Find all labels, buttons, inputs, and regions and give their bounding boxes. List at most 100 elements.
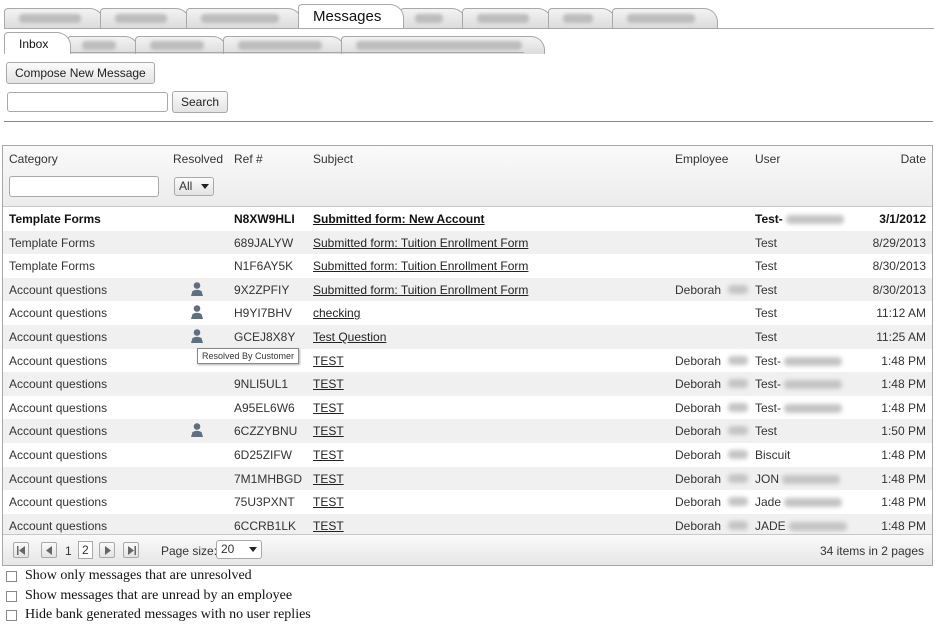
redacted-text bbox=[728, 497, 748, 507]
table-row[interactable]: Account questions 7M1MHBGD TEST Deborah JON 1… bbox=[3, 466, 932, 491]
option-unresolved[interactable]: Show only messages that are unresolved bbox=[6, 568, 252, 584]
main-tab-2[interactable] bbox=[100, 8, 190, 28]
cell-date: 8/30/2013 bbox=[872, 282, 926, 297]
table-row[interactable]: Account questions 9X2ZPFIY Submitted form:… bbox=[3, 277, 932, 302]
main-tab-1[interactable] bbox=[4, 8, 104, 28]
redacted-text bbox=[728, 355, 748, 365]
table-row[interactable]: Template Forms N1F6AY5K Submitted form: Tu… bbox=[3, 254, 932, 278]
sub-tab-bar: Inbox bbox=[4, 30, 546, 54]
cell-user: JADE bbox=[755, 519, 847, 533]
cell-ref: 75U3PXNT bbox=[234, 495, 295, 510]
cell-category: Account questions bbox=[9, 424, 108, 439]
cell-subject-link[interactable]: Submitted form: Tuition Enrollment Form bbox=[313, 283, 528, 297]
pager-summary: 34 items in 2 pages bbox=[819, 544, 924, 558]
redacted-tab-label bbox=[201, 14, 279, 23]
main-tab-5[interactable] bbox=[400, 8, 467, 28]
next-page-button[interactable] bbox=[99, 542, 115, 558]
resolved-filter-select[interactable]: All bbox=[174, 177, 214, 196]
last-page-icon bbox=[128, 546, 136, 555]
main-tab-7[interactable] bbox=[548, 8, 617, 28]
cell-subject-link[interactable]: TEST bbox=[313, 354, 344, 368]
chevron-down-icon bbox=[201, 184, 209, 189]
cell-category: Account questions bbox=[9, 447, 108, 462]
table-row[interactable]: Account questions 9NLI5UL1 TEST Deborah Test… bbox=[3, 372, 932, 396]
redacted-text bbox=[784, 498, 843, 508]
redacted-text bbox=[728, 426, 748, 436]
cell-subject-link[interactable]: Submitted form: Tuition Enrollment Form bbox=[313, 259, 528, 273]
search-button[interactable]: Search bbox=[172, 91, 229, 113]
page-link-2-current[interactable]: 2 bbox=[78, 541, 93, 559]
search-input[interactable] bbox=[7, 92, 168, 112]
table-row[interactable]: Account questions 75U3PXNT TEST Deborah Jade… bbox=[3, 490, 932, 514]
cell-subject-link[interactable]: Test Question bbox=[313, 330, 386, 344]
cell-date: 1:48 PM bbox=[881, 377, 926, 392]
cell-subject-link[interactable]: Submitted form: New Account bbox=[313, 212, 485, 226]
page-size-select[interactable]: 20 bbox=[216, 540, 262, 559]
redacted-text bbox=[728, 473, 748, 483]
redacted-text bbox=[782, 474, 840, 484]
resolved-by-customer-icon bbox=[189, 304, 205, 320]
resolved-filter-value: All bbox=[179, 179, 193, 193]
cell-user: Test bbox=[755, 282, 778, 297]
redacted-text bbox=[728, 449, 748, 459]
cell-subject-link[interactable]: TEST bbox=[313, 519, 344, 533]
table-row[interactable]: Template Forms 689JALYW Submitted form: Tu… bbox=[3, 230, 932, 255]
compose-new-message-button[interactable]: Compose New Message bbox=[6, 62, 155, 84]
option-hide-bank-label: Hide bank generated messages with no use… bbox=[25, 607, 311, 622]
cell-subject-link[interactable]: TEST bbox=[313, 472, 344, 486]
table-row[interactable]: Template Forms N8XW9HLI Submitted form: Ne… bbox=[3, 207, 932, 231]
cell-ref: 6D25ZIFW bbox=[234, 447, 293, 462]
column-header-date[interactable]: Date bbox=[901, 152, 926, 166]
cell-subject-link[interactable]: TEST bbox=[313, 377, 344, 391]
category-filter-input[interactable] bbox=[9, 176, 159, 197]
main-tab-4[interactable]: Messages bbox=[298, 4, 405, 28]
resolved-by-customer-icon bbox=[189, 328, 205, 344]
column-header-resolved[interactable]: Resolved bbox=[173, 152, 223, 166]
cell-subject-link[interactable]: TEST bbox=[313, 495, 344, 509]
previous-page-button[interactable] bbox=[41, 542, 57, 558]
cell-date: 3/1/2012 bbox=[879, 212, 926, 226]
redacted-tab-label bbox=[356, 41, 523, 50]
cell-ref: 689JALYW bbox=[234, 235, 294, 250]
last-page-button[interactable] bbox=[123, 542, 139, 558]
cell-category: Account questions bbox=[9, 518, 108, 533]
redacted-text bbox=[785, 215, 844, 225]
resolved-by-customer-icon bbox=[189, 281, 205, 297]
cell-employee: Deborah bbox=[675, 447, 722, 462]
table-row[interactable]: Account questions 6CZZYBNU TEST Deborah Test… bbox=[3, 419, 932, 443]
cell-user: Test- bbox=[755, 212, 844, 226]
sub-tab-1[interactable]: Inbox bbox=[4, 32, 72, 54]
hide-bank-checkbox[interactable] bbox=[6, 609, 17, 621]
main-tab-6[interactable] bbox=[462, 8, 553, 28]
unresolved-checkbox[interactable] bbox=[6, 570, 17, 582]
cell-ref: H9YI7BHV bbox=[234, 306, 293, 321]
column-header-subject[interactable]: Subject bbox=[313, 152, 353, 166]
main-tab-3[interactable] bbox=[186, 8, 302, 28]
option-unread[interactable]: Show messages that are unread by an empl… bbox=[6, 588, 292, 604]
table-row[interactable]: Account questions 6D25ZIFW TEST Deborah Bisc… bbox=[3, 443, 932, 467]
table-row[interactable]: Account questions H9YI7BHV checking Test 11:… bbox=[3, 301, 932, 325]
cell-subject-link[interactable]: TEST bbox=[313, 424, 344, 438]
unread-checkbox[interactable] bbox=[6, 590, 17, 602]
grid-pager: 1 2 Page size: 20 34 items in 2 pages bbox=[3, 534, 932, 565]
table-row[interactable]: Account questions TEST Deborah Test- 1:48 PM bbox=[3, 349, 932, 373]
cell-subject-link[interactable]: TEST bbox=[313, 448, 344, 462]
table-row[interactable]: Account questions A95EL6W6 TEST Deborah Test… bbox=[3, 396, 932, 420]
messages-grid: Category Resolved Ref # Subject Employee… bbox=[2, 145, 933, 566]
cell-subject-link[interactable]: TEST bbox=[313, 401, 344, 415]
main-tab-8[interactable] bbox=[612, 8, 719, 28]
option-unread-label: Show messages that are unread by an empl… bbox=[25, 588, 293, 603]
cell-category: Template Forms bbox=[9, 259, 96, 274]
cell-subject-link[interactable]: checking bbox=[313, 306, 360, 320]
cell-date: 1:48 PM bbox=[881, 518, 926, 533]
column-header-category[interactable]: Category bbox=[9, 152, 58, 166]
column-header-user[interactable]: User bbox=[755, 152, 780, 166]
table-row[interactable]: Account questions GCEJ8X8Y Test Question Te… bbox=[3, 324, 932, 349]
cell-subject-link[interactable]: Submitted form: Tuition Enrollment Form bbox=[313, 236, 528, 250]
redacted-tab-label bbox=[150, 41, 205, 50]
page-link-1[interactable]: 1 bbox=[65, 544, 72, 558]
first-page-button[interactable] bbox=[13, 542, 29, 558]
column-header-ref[interactable]: Ref # bbox=[234, 152, 263, 166]
column-header-employee[interactable]: Employee bbox=[675, 152, 728, 166]
option-hide-bank[interactable]: Hide bank generated messages with no use… bbox=[6, 607, 311, 623]
